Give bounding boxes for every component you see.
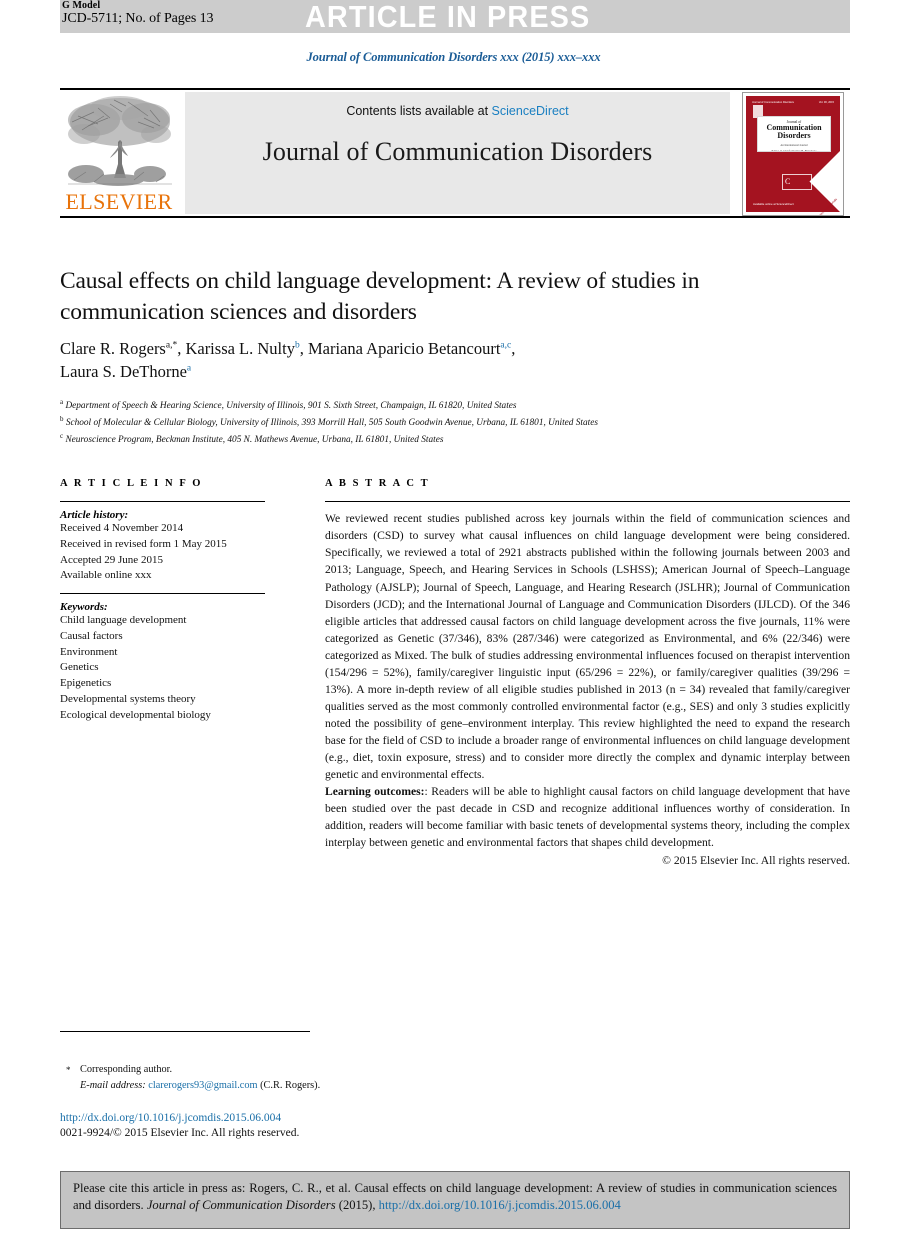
masthead: ELSEVIER Contents lists available at Sci… xyxy=(60,92,850,216)
author-name: Laura S. DeThorne xyxy=(60,362,187,382)
abstract-rule xyxy=(325,501,850,503)
keywords-label: Keywords: xyxy=(60,601,108,614)
sciencedirect-link[interactable]: ScienceDirect xyxy=(492,104,569,118)
elsevier-wordmark: ELSEVIER xyxy=(65,189,173,214)
affiliation-id: a xyxy=(60,398,64,406)
author-sep: , xyxy=(299,339,308,358)
article-info-rule xyxy=(60,501,265,503)
article-history-item: Available online xxx xyxy=(60,569,152,582)
author-name: Karissa L. Nulty xyxy=(185,339,295,358)
journal-cover-bottom-text: Available online at ScienceDirect xyxy=(753,201,794,206)
author-marks: a,* xyxy=(165,340,178,351)
cite-this-article-text: Please cite this article in press as: Ro… xyxy=(73,1180,837,1214)
email-line: E-mail address: clarerogers93@gmail.com … xyxy=(80,1078,566,1094)
article-history-item: Accepted 29 June 2015 xyxy=(60,553,163,566)
masthead-bottom-rule xyxy=(60,216,850,218)
article-info-heading: A R T I C L E I N F O xyxy=(60,478,203,489)
affiliation-id: b xyxy=(60,415,64,424)
journal-cover-corner-url: www.elsevier.com/locate/jcomdis xyxy=(804,197,838,216)
journal-cover-seal: C xyxy=(782,174,812,190)
affiliation-list: a Department of Speech & Hearing Science… xyxy=(60,397,850,448)
author-name: Clare R. Rogers xyxy=(60,339,166,358)
journal-cover-topbar: Journal of Communication Disorders Vol. … xyxy=(752,101,834,109)
author-list: Clare R. Rogersa,*, Karissa L. Nultyb, M… xyxy=(60,337,780,384)
keyword-item: Causal factors xyxy=(60,629,123,642)
affiliation-item: a Department of Speech & Hearing Science… xyxy=(60,397,850,414)
article-in-press-text: ARTICLE IN PRESS xyxy=(305,0,591,34)
email-link[interactable]: clarerogers93@gmail.com xyxy=(148,1080,257,1091)
contents-prefix-text: Contents lists available at xyxy=(346,104,492,118)
affiliation-text: Neuroscience Program, Beckman Institute,… xyxy=(65,435,444,446)
manuscript-id: JCD-5711; No. of Pages 13 xyxy=(62,10,214,26)
keyword-item: Child language development xyxy=(60,614,187,627)
page-title: Causal effects on child language develop… xyxy=(60,268,700,326)
doi-link[interactable]: http://dx.doi.org/10.1016/j.jcomdis.2015… xyxy=(60,1112,281,1124)
journal-cover-line3: Disorders xyxy=(777,131,811,141)
cite-doi-link[interactable]: http://dx.doi.org/10.1016/j.jcomdis.2015… xyxy=(379,1198,621,1212)
journal-cover-thumbnail[interactable]: Journal of Communication Disorders Vol. … xyxy=(742,92,844,216)
footnote-star-marker: * xyxy=(66,1065,71,1075)
g-model-label: G Model xyxy=(62,0,101,11)
journal-cover-background: Journal of Communication Disorders Vol. … xyxy=(746,96,843,215)
author-name: Mariana Aparicio Betancourt xyxy=(307,339,501,358)
affiliation-item: c Neuroscience Program, Beckman Institut… xyxy=(60,431,850,448)
article-history-label: Article history: xyxy=(60,509,129,522)
abstract-column: A B S T R A C T We reviewed recent studi… xyxy=(325,478,850,867)
author-sep: , xyxy=(511,339,516,358)
learning-outcomes-paragraph: Learning outcomes:: Readers will be able… xyxy=(325,783,850,851)
keyword-item: Ecological developmental biology xyxy=(60,708,211,721)
affiliation-text: Department of Speech & Hearing Science, … xyxy=(65,401,517,412)
affiliation-item: b School of Molecular & Cellular Biology… xyxy=(60,414,850,431)
journal-title: Journal of Communication Disorders xyxy=(262,137,653,166)
keyword-item: Genetics xyxy=(60,661,99,674)
journal-cover-top-right: Vol. 00, 2015 xyxy=(818,101,834,104)
abstract-body: We reviewed recent studies published acr… xyxy=(325,510,850,851)
elsevier-tree-icon xyxy=(68,96,172,186)
keyword-item: Environment xyxy=(60,645,118,658)
keywords-rule xyxy=(60,592,265,595)
corresponding-author-label: Corresponding author. xyxy=(80,1064,173,1075)
keyword-item: Epigenetics xyxy=(60,677,112,690)
abstract-heading: A B S T R A C T xyxy=(325,478,430,489)
sciencedirect-banner: Contents lists available at ScienceDirec… xyxy=(185,92,730,214)
article-history-item: Received 4 November 2014 xyxy=(60,522,184,535)
cite-journal-name: Journal of Communication Disorders xyxy=(146,1198,336,1212)
author-marks: a,c xyxy=(500,340,512,351)
masthead-top-rule xyxy=(60,88,850,90)
article-history-item: Received in revised form 1 May 2015 xyxy=(60,538,227,550)
author-marks: a xyxy=(186,363,192,374)
affiliation-text: School of Molecular & Cellular Biology, … xyxy=(65,418,598,429)
corresponding-author-footnote: * Corresponding author. E-mail address: … xyxy=(66,1062,566,1093)
contents-available-line: Contents lists available at ScienceDirec… xyxy=(185,104,730,118)
manuscript-id-block: G Model JCD-5711; No. of Pages 13 xyxy=(62,0,214,26)
issn-copyright-line: 0021-9924/© 2015 Elsevier Inc. All right… xyxy=(60,1127,300,1139)
learning-outcomes-label: Learning outcomes: xyxy=(325,784,425,798)
cite-part2: (2015), xyxy=(335,1198,379,1212)
article-info-column: A R T I C L E I N F O Article history: R… xyxy=(60,478,265,723)
elsevier-logo: ELSEVIER xyxy=(60,92,178,214)
email-owner: (C.R. Rogers). xyxy=(260,1079,321,1091)
journal-cover-titlebox: Journal of Communication Disorders An In… xyxy=(757,116,831,152)
email-label: E-mail address: xyxy=(80,1079,146,1091)
cite-this-article-box: Please cite this article in press as: Ro… xyxy=(60,1171,850,1229)
affiliation-id: c xyxy=(60,432,64,441)
journal-cover-line4: An International Journal xyxy=(780,143,808,147)
footnote-rule xyxy=(60,1031,310,1032)
journal-cover-line5: Editor-in-Chief: Shelley B. Brundage xyxy=(771,148,817,152)
journal-running-head: Journal of Communication Disorders xxx (… xyxy=(306,50,601,64)
abstract-copyright: © 2015 Elsevier Inc. All rights reserved… xyxy=(662,854,850,868)
abstract-paragraph: We reviewed recent studies published acr… xyxy=(325,512,850,781)
footnote-body: Corresponding author. E-mail address: cl… xyxy=(80,1062,566,1093)
journal-cover-top-left: Journal of Communication Disorders xyxy=(752,101,794,104)
keyword-item: Developmental systems theory xyxy=(60,692,196,705)
journal-cover-seal-letter: C xyxy=(785,177,791,186)
